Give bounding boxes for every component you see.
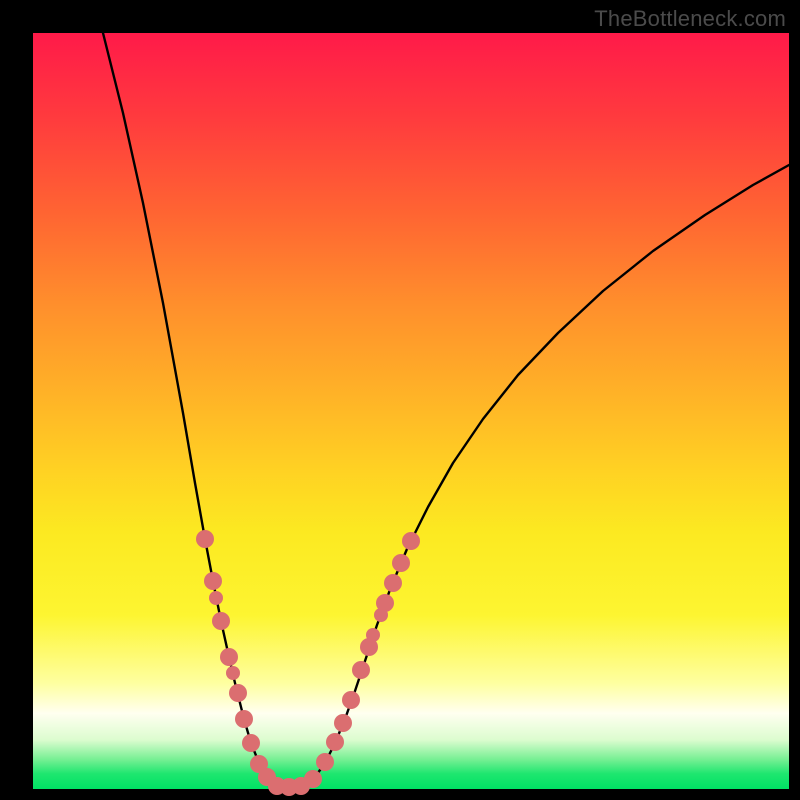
data-dot bbox=[226, 666, 240, 680]
data-dot bbox=[334, 714, 352, 732]
data-dot bbox=[342, 691, 360, 709]
data-dot bbox=[220, 648, 238, 666]
data-dot bbox=[242, 734, 260, 752]
data-dot bbox=[229, 684, 247, 702]
bottleneck-curve bbox=[103, 33, 789, 787]
watermark-text: TheBottleneck.com bbox=[594, 6, 786, 32]
data-dot bbox=[304, 770, 322, 788]
data-dot bbox=[366, 628, 380, 642]
data-dot bbox=[212, 612, 230, 630]
data-dot bbox=[392, 554, 410, 572]
data-dot bbox=[209, 591, 223, 605]
data-dot bbox=[326, 733, 344, 751]
data-dot bbox=[352, 661, 370, 679]
data-dot bbox=[384, 574, 402, 592]
chart-svg bbox=[33, 33, 789, 789]
data-dots bbox=[196, 530, 420, 796]
data-dot bbox=[376, 594, 394, 612]
data-dot bbox=[402, 532, 420, 550]
data-dot bbox=[235, 710, 253, 728]
chart-frame: TheBottleneck.com bbox=[0, 0, 800, 800]
data-dot bbox=[316, 753, 334, 771]
data-dot bbox=[204, 572, 222, 590]
data-dot bbox=[196, 530, 214, 548]
plot-area bbox=[33, 33, 789, 789]
